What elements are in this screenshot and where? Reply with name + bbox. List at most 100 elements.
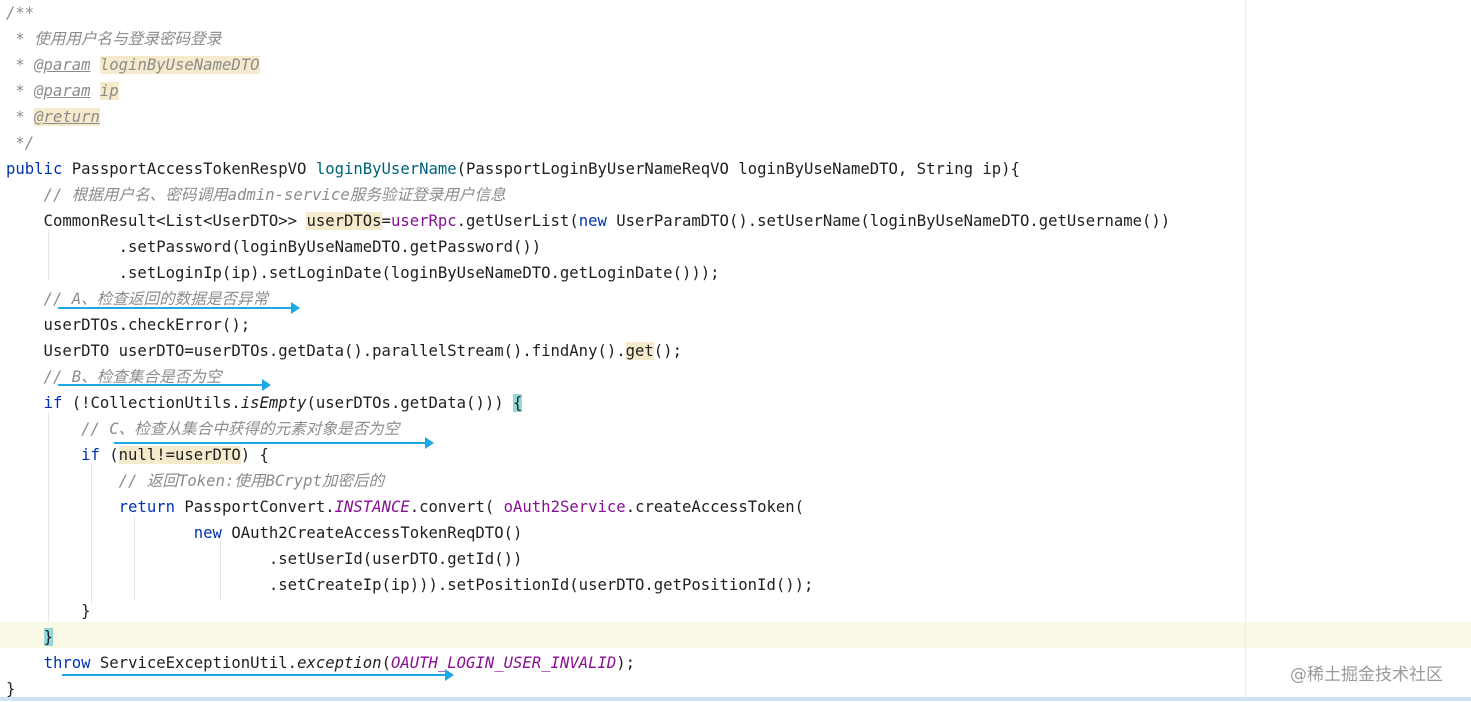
code-token: // 根据用户名、密码调用admin-service服务验证登录用户信息 <box>6 186 506 204</box>
code-token: * 使用用户名与登录密码登录 <box>6 30 222 48</box>
code-line[interactable]: if (!CollectionUtils.isEmpty(userDTOs.ge… <box>6 390 523 416</box>
right-margin-guide <box>1245 0 1246 701</box>
code-line[interactable]: UserDTO userDTO=userDTOs.getData().paral… <box>6 338 682 364</box>
code-token: * <box>6 82 35 100</box>
code-token: (!CollectionUtils. <box>62 394 241 412</box>
code-token: /** <box>6 4 35 22</box>
code-token: exception <box>297 654 382 672</box>
code-token: public <box>6 160 63 178</box>
code-line[interactable]: new OAuth2CreateAccessTokenReqDTO() <box>6 520 523 546</box>
code-line[interactable]: */ <box>6 130 34 156</box>
code-token: new <box>193 524 222 542</box>
code-token: new <box>578 212 607 230</box>
code-token: PassportConvert. <box>175 498 335 516</box>
code-token: ServiceExceptionUtil. <box>90 654 298 672</box>
annotation-arrow-a <box>58 302 300 314</box>
code-token: null!=userDTO <box>118 446 241 464</box>
code-token: @param <box>34 56 91 74</box>
code-line[interactable]: * 使用用户名与登录密码登录 <box>6 26 221 52</box>
code-token: @return <box>34 108 100 126</box>
code-token: .setPassword(loginByUseNameDTO.getPasswo… <box>6 238 542 256</box>
code-token: UserParamDTO().setUserName(loginByUseNam… <box>606 212 1171 230</box>
code-token: * <box>6 56 35 74</box>
code-token: ( <box>381 654 391 672</box>
code-token: userDTOs <box>306 212 382 230</box>
code-token: PassportAccessTokenRespVO <box>62 160 316 178</box>
code-token: ip <box>99 82 119 100</box>
watermark: @稀土掘金技术社区 <box>1290 665 1443 685</box>
annotation-arrow-c <box>114 437 434 449</box>
code-token: = <box>381 212 391 230</box>
code-line[interactable]: .setLoginIp(ip).setLoginDate(loginByUseN… <box>6 260 720 286</box>
code-line[interactable]: public PassportAccessTokenRespVO loginBy… <box>6 156 1020 182</box>
code-token: if <box>81 446 100 464</box>
code-token: // C、检查从集合中获得的元素对象是否为空 <box>6 420 400 438</box>
code-token: { <box>513 394 523 412</box>
code-token: ( <box>99 446 119 464</box>
code-token: .createAccessToken( <box>625 498 805 516</box>
code-token: UserDTO userDTO=userDTOs.getData().paral… <box>6 342 626 360</box>
code-line[interactable]: } <box>6 598 91 624</box>
code-line[interactable]: // C、检查从集合中获得的元素对象是否为空 <box>6 416 399 442</box>
code-token: ); <box>616 654 636 672</box>
code-token: if <box>43 394 63 412</box>
code-token: ) { <box>240 446 269 464</box>
code-token: } <box>43 628 53 646</box>
code-editor[interactable]: /** * 使用用户名与登录密码登录 * @param loginByUseNa… <box>0 0 1471 701</box>
annotation-arrow-throw <box>62 669 454 681</box>
code-token: userDTOs.checkError(); <box>6 316 251 334</box>
code-token: OAUTH_LOGIN_USER_INVALID <box>390 654 617 672</box>
code-token: .setLoginIp(ip).setLoginDate(loginByUseN… <box>6 264 720 282</box>
code-line[interactable]: * @param loginByUseNameDTO <box>6 52 260 78</box>
code-line[interactable]: * @return <box>6 104 100 130</box>
code-line[interactable]: .setPassword(loginByUseNameDTO.getPasswo… <box>6 234 541 260</box>
code-line[interactable]: // 根据用户名、密码调用admin-service服务验证登录用户信息 <box>6 182 506 208</box>
code-token: INSTANCE <box>334 498 410 516</box>
code-token: * <box>6 108 35 126</box>
code-line[interactable]: if (null!=userDTO) { <box>6 442 269 468</box>
code-token: oAuth2Service <box>503 498 626 516</box>
code-token: // A、检查返回的数据是否异常 <box>6 290 269 308</box>
code-token: @param <box>34 82 91 100</box>
code-line[interactable]: // 返回Token:使用BCrypt加密后的 <box>6 468 385 494</box>
code-token: .convert( <box>409 498 504 516</box>
code-token: .getUserList( <box>456 212 579 230</box>
current-line-highlight <box>0 622 1471 648</box>
code-token: loginByUserName <box>315 160 457 178</box>
code-line[interactable]: .setCreateIp(ip))).setPositionId(userDTO… <box>6 572 814 598</box>
annotation-arrow-b <box>58 379 271 391</box>
code-line[interactable]: .setUserId(userDTO.getId()) <box>6 546 523 572</box>
code-token: (PassportLoginByUserNameReqVO loginByUse… <box>456 160 1020 178</box>
code-token: userRpc <box>390 212 457 230</box>
code-line[interactable]: userDTOs.checkError(); <box>6 312 251 338</box>
code-token: .setUserId(userDTO.getId()) <box>6 550 523 568</box>
code-token: (userDTOs.getData())) <box>306 394 513 412</box>
code-token: get <box>625 342 654 360</box>
code-token: .setCreateIp(ip))).setPositionId(userDTO… <box>6 576 814 594</box>
code-line[interactable]: } <box>6 624 53 650</box>
code-token: return <box>118 498 176 516</box>
code-line[interactable]: throw ServiceExceptionUtil.exception(OAU… <box>6 650 636 676</box>
code-line[interactable]: return PassportConvert.INSTANCE.convert(… <box>6 494 804 520</box>
code-token: } <box>6 680 16 698</box>
code-token: */ <box>6 134 35 152</box>
code-token: } <box>6 602 91 620</box>
bottom-scroll-edge <box>0 697 1471 701</box>
code-line[interactable]: * @param ip <box>6 78 119 104</box>
code-line[interactable]: /** <box>6 0 34 26</box>
code-line[interactable]: // B、检查集合是否为空 <box>6 364 222 390</box>
code-token: throw <box>43 654 91 672</box>
code-token: (); <box>653 342 682 360</box>
code-token: // 返回Token:使用BCrypt加密后的 <box>6 472 385 490</box>
code-token: isEmpty <box>240 394 307 412</box>
code-token: CommonResult<List<UserDTO>> <box>6 212 307 230</box>
code-line[interactable]: CommonResult<List<UserDTO>> userDTOs=use… <box>6 208 1170 234</box>
